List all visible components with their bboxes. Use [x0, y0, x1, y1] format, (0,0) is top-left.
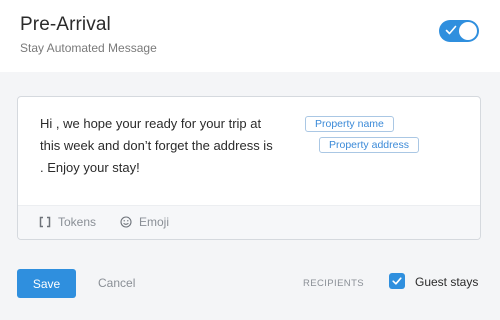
emoji-button[interactable]: Emoji — [120, 215, 169, 229]
check-icon — [392, 277, 402, 285]
emoji-label: Emoji — [139, 215, 170, 229]
page-title: Pre-Arrival — [20, 14, 111, 35]
tokens-button[interactable]: Tokens — [39, 215, 96, 229]
header: Pre-Arrival Stay Automated Message — [0, 0, 500, 72]
save-button[interactable]: Save — [17, 269, 76, 298]
message-editor[interactable]: Hi , we hope your ready for your trip at… — [17, 96, 481, 240]
recipients-label: RECIPIENTS — [303, 278, 365, 289]
message-line: Hi , we hope your ready for your trip at — [40, 116, 262, 131]
message-line: this week and don’t forget the address i… — [40, 138, 273, 153]
token-property-address[interactable]: Property address — [319, 137, 419, 153]
tokens-label: Tokens — [58, 215, 97, 229]
toggle-knob — [459, 22, 477, 40]
automation-toggle[interactable] — [439, 20, 479, 42]
page-subtitle: Stay Automated Message — [20, 41, 157, 55]
editor-toolbar: Tokens Emoji — [18, 205, 480, 239]
check-icon — [445, 25, 457, 35]
token-property-name[interactable]: Property name — [305, 116, 394, 132]
emoji-icon — [120, 216, 132, 228]
brackets-icon — [39, 216, 51, 228]
cancel-button[interactable]: Cancel — [98, 276, 135, 290]
message-line: . Enjoy your stay! — [40, 160, 140, 175]
message-text[interactable]: Hi , we hope your ready for your trip at… — [40, 113, 273, 179]
guest-stays-checkbox[interactable] — [389, 273, 405, 289]
guest-stays-label[interactable]: Guest stays — [415, 275, 478, 289]
